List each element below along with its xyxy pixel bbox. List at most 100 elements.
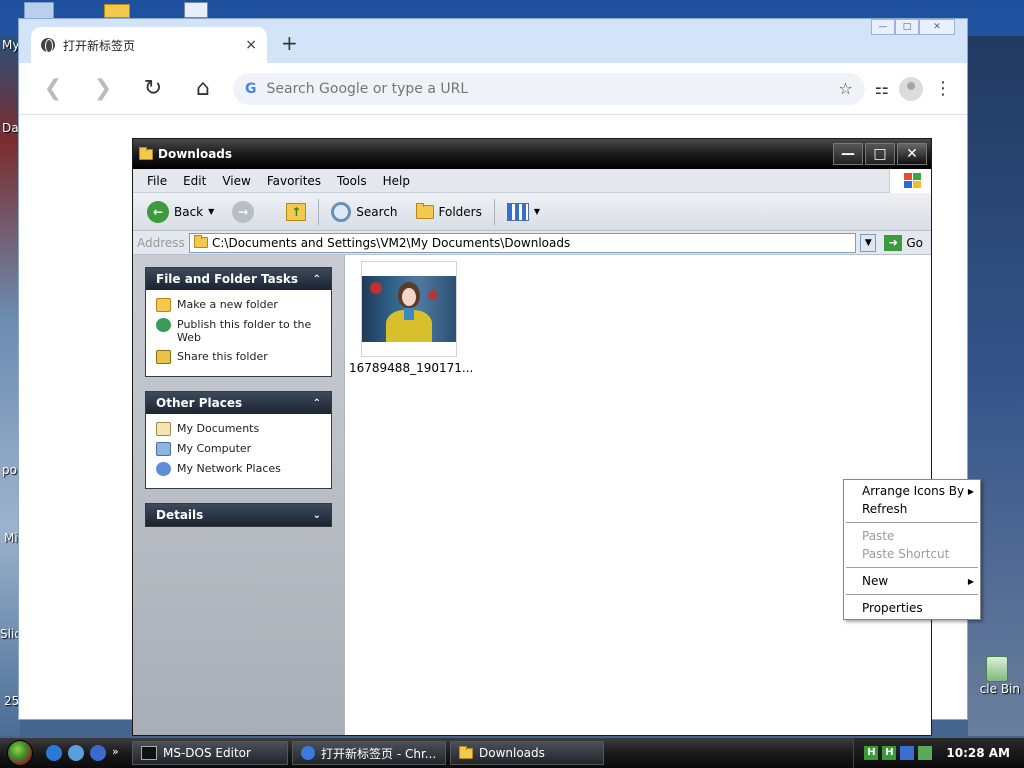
- menu-view[interactable]: View: [214, 174, 258, 188]
- explorer-title-bar[interactable]: Downloads — □ ✕: [133, 139, 931, 169]
- folder-icon: [139, 146, 153, 160]
- back-dropdown-icon[interactable]: ▼: [208, 207, 214, 216]
- place-my-documents[interactable]: My Documents: [156, 422, 321, 436]
- chrome-icon: [301, 746, 315, 760]
- taskbar-label: 打开新标签页 - Chr...: [321, 746, 437, 761]
- file-folder-tasks-panel: File and Folder Tasks ⌃ Make a new folde…: [145, 267, 332, 377]
- omnibox[interactable]: G ☆: [233, 72, 865, 105]
- task-publish-web[interactable]: Publish this folder to the Web: [156, 318, 321, 344]
- tray-network-icon[interactable]: [900, 746, 915, 760]
- menu-file[interactable]: File: [139, 174, 175, 188]
- ctx-separator: [846, 522, 978, 523]
- forward-button[interactable]: →: [226, 200, 260, 223]
- explorer-minimize-button[interactable]: —: [833, 143, 863, 165]
- chrome-maximize-button[interactable]: □: [895, 19, 919, 35]
- task-make-new-folder[interactable]: Make a new folder: [156, 298, 321, 312]
- back-button[interactable]: ← Back ▼: [141, 200, 220, 223]
- desktop-right-strip: [968, 36, 1024, 736]
- ms-dos-icon: [141, 746, 157, 760]
- tray-h-icon-2[interactable]: H: [882, 746, 897, 760]
- taskbar-ms-dos-editor[interactable]: MS-DOS Editor: [132, 741, 288, 765]
- folders-button[interactable]: Folders: [410, 202, 488, 219]
- toolbar-separator-2: [493, 198, 495, 225]
- up-folder-button[interactable]: ↑: [280, 202, 312, 221]
- chrome-tab-newtab[interactable]: 打开新标签页 ×: [31, 27, 267, 63]
- toolbar-separator: [318, 198, 320, 225]
- place-my-computer[interactable]: My Computer: [156, 442, 321, 456]
- task-share-folder[interactable]: Share this folder: [156, 350, 321, 364]
- extensions-puzzle-icon[interactable]: ⚏: [875, 79, 889, 98]
- bookmark-star-icon[interactable]: ☆: [838, 79, 852, 98]
- ctx-separator: [846, 594, 978, 595]
- address-dropdown-icon[interactable]: ▼: [860, 233, 877, 252]
- ctx-arrange-icons-by[interactable]: Arrange Icons By ▶: [844, 482, 980, 500]
- chrome-close-button[interactable]: ✕: [919, 19, 955, 35]
- address-label: Address: [137, 235, 185, 250]
- task-label: Publish this folder to the Web: [177, 318, 312, 344]
- ctx-label: Paste Shortcut: [862, 547, 950, 561]
- start-button[interactable]: [0, 738, 40, 768]
- place-label: My Computer: [177, 442, 252, 455]
- image-thumbnail[interactable]: [361, 261, 457, 357]
- profile-avatar-icon[interactable]: [899, 76, 923, 101]
- place-my-network[interactable]: My Network Places: [156, 462, 321, 476]
- address-bar: Address C:\Documents and Settings\VM2\My…: [133, 231, 931, 255]
- explorer-maximize-button[interactable]: □: [865, 143, 895, 165]
- menu-help[interactable]: Help: [375, 174, 418, 188]
- clock[interactable]: 10:28 AM: [946, 746, 1010, 760]
- back-label: Back: [174, 204, 204, 219]
- omnibox-input[interactable]: [266, 80, 829, 97]
- ctx-label: Refresh: [862, 502, 908, 516]
- expand-chevron-icon[interactable]: ⌄: [313, 510, 321, 521]
- ctx-paste: Paste: [844, 527, 980, 545]
- reload-icon[interactable]: ↻: [133, 71, 173, 107]
- collapse-chevron-icon[interactable]: ⌃: [313, 398, 321, 409]
- explorer-close-button[interactable]: ✕: [897, 143, 927, 165]
- menu-tools[interactable]: Tools: [329, 174, 375, 188]
- search-label: Search: [356, 204, 398, 219]
- tab-close-icon[interactable]: ×: [245, 37, 257, 53]
- views-button[interactable]: ▼: [501, 202, 546, 221]
- file-folder-tasks-title: File and Folder Tasks: [156, 272, 299, 286]
- forward-arrow-icon[interactable]: ❯: [83, 71, 123, 107]
- back-arrow-icon[interactable]: ❮: [33, 71, 73, 107]
- menu-edit[interactable]: Edit: [175, 174, 214, 188]
- place-label: My Network Places: [177, 462, 281, 475]
- collapse-chevron-icon[interactable]: ⌃: [313, 274, 321, 285]
- browser-icon[interactable]: [68, 745, 84, 761]
- desktop-icon-top-3[interactable]: [184, 2, 208, 18]
- file-item[interactable]: 16789488_190171...: [349, 261, 474, 375]
- ctx-new[interactable]: New ▶: [844, 572, 980, 590]
- menu-favorites[interactable]: Favorites: [259, 174, 329, 188]
- chrome-menu-kebab-icon[interactable]: ⋮: [933, 78, 953, 99]
- ctx-refresh[interactable]: Refresh: [844, 500, 980, 518]
- go-button[interactable]: ➜ Go: [880, 234, 927, 251]
- ie-icon[interactable]: [46, 745, 62, 761]
- details-header[interactable]: Details ⌄: [146, 504, 331, 526]
- file-folder-tasks-header[interactable]: File and Folder Tasks ⌃: [146, 268, 331, 290]
- desktop-icon-top-2[interactable]: [104, 4, 130, 18]
- home-icon[interactable]: ⌂: [183, 71, 223, 107]
- taskbar-chrome[interactable]: 打开新标签页 - Chr...: [292, 741, 446, 765]
- tray-safely-remove-icon[interactable]: [918, 746, 933, 760]
- my-documents-icon: [156, 422, 171, 436]
- address-field[interactable]: C:\Documents and Settings\VM2\My Documen…: [189, 232, 857, 253]
- chrome-minimize-button[interactable]: —: [871, 19, 895, 35]
- media-player-icon[interactable]: [90, 745, 106, 761]
- tray-h-icon[interactable]: H: [864, 746, 879, 760]
- ctx-label: New: [862, 574, 889, 588]
- globe-icon: [41, 38, 55, 53]
- ctx-separator: [846, 567, 978, 568]
- search-button[interactable]: Search: [325, 201, 403, 222]
- taskbar-downloads[interactable]: Downloads: [450, 741, 604, 765]
- quick-launch-more-icon[interactable]: »: [112, 745, 122, 761]
- file-name: 16789488_190171...: [349, 361, 474, 375]
- desktop-label-3: po: [2, 463, 17, 477]
- new-tab-button[interactable]: +: [281, 31, 298, 55]
- chrome-window-controls: — □ ✕: [871, 19, 955, 35]
- recycle-bin-desktop-icon[interactable]: cle Bin: [964, 656, 1020, 696]
- ctx-properties[interactable]: Properties: [844, 599, 980, 617]
- back-arrow-icon: ←: [147, 200, 169, 223]
- new-folder-icon: [156, 298, 171, 312]
- other-places-header[interactable]: Other Places ⌃: [146, 392, 331, 414]
